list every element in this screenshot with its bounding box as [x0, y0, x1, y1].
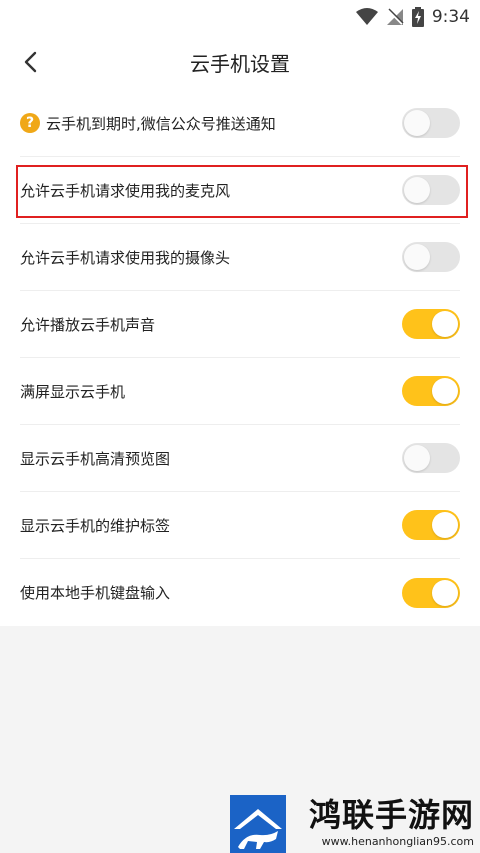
setting-row-local-keyboard: 使用本地手机键盘输入	[20, 559, 460, 626]
watermark-logo-icon	[230, 795, 286, 853]
setting-row-camera: 允许云手机请求使用我的摄像头	[20, 224, 460, 291]
toggle-switch[interactable]	[402, 108, 460, 138]
toggle-switch[interactable]	[402, 175, 460, 205]
setting-label: 显示云手机高清预览图	[20, 449, 171, 468]
battery-charging-icon	[411, 7, 424, 27]
toggle-switch[interactable]	[402, 376, 460, 406]
setting-row-fullscreen: 满屏显示云手机	[20, 358, 460, 425]
status-time: 9:34	[431, 7, 470, 27]
back-button[interactable]	[16, 48, 44, 76]
toggle-switch[interactable]	[402, 577, 460, 608]
setting-row-maintenance-tag: 显示云手机的维护标签	[20, 492, 460, 559]
toggle-switch[interactable]	[402, 309, 460, 339]
watermark-name: 鸿联手游网	[308, 796, 474, 834]
toggle-knob	[404, 244, 430, 270]
no-signal-icon	[386, 8, 404, 26]
toggle-knob	[432, 378, 458, 404]
setting-label: 允许云手机请求使用我的摄像头	[20, 248, 231, 267]
setting-label: 使用本地手机键盘输入	[20, 584, 171, 602]
question-icon[interactable]: ?	[20, 113, 40, 133]
toggle-knob	[404, 445, 430, 471]
settings-list: ? 云手机到期时,微信公众号推送通知 允许云手机请求使用我的麦克风 允许云手机请…	[0, 90, 480, 626]
toggle-knob	[432, 311, 458, 337]
toggle-switch[interactable]	[402, 242, 460, 272]
setting-label: 允许播放云手机声音	[20, 315, 156, 334]
setting-row-hd-preview: 显示云手机高清预览图	[20, 425, 460, 492]
header: 云手机设置	[0, 34, 480, 90]
toggle-knob	[432, 512, 458, 538]
watermark-url: www.henanhonglian95.com	[321, 835, 474, 848]
toggle-switch[interactable]	[402, 443, 460, 473]
setting-label: 满屏显示云手机	[20, 382, 126, 401]
wifi-icon	[355, 8, 378, 26]
setting-row-sound: 允许播放云手机声音	[20, 291, 460, 358]
status-bar: 9:34	[0, 0, 480, 34]
toggle-knob	[432, 579, 458, 606]
toggle-knob	[404, 110, 430, 136]
setting-label: 云手机到期时,微信公众号推送通知	[46, 114, 276, 133]
chevron-left-icon	[24, 51, 37, 73]
watermark: 鸿联手游网 www.henanhonglian95.com	[230, 793, 480, 853]
setting-row-wechat-notify: ? 云手机到期时,微信公众号推送通知	[20, 90, 460, 157]
toggle-knob	[404, 177, 430, 203]
setting-label: 允许云手机请求使用我的麦克风	[20, 181, 231, 200]
setting-row-microphone: 允许云手机请求使用我的麦克风	[20, 157, 460, 224]
toggle-switch[interactable]	[402, 510, 460, 540]
page-title: 云手机设置	[190, 51, 290, 76]
setting-label: 显示云手机的维护标签	[20, 516, 171, 535]
